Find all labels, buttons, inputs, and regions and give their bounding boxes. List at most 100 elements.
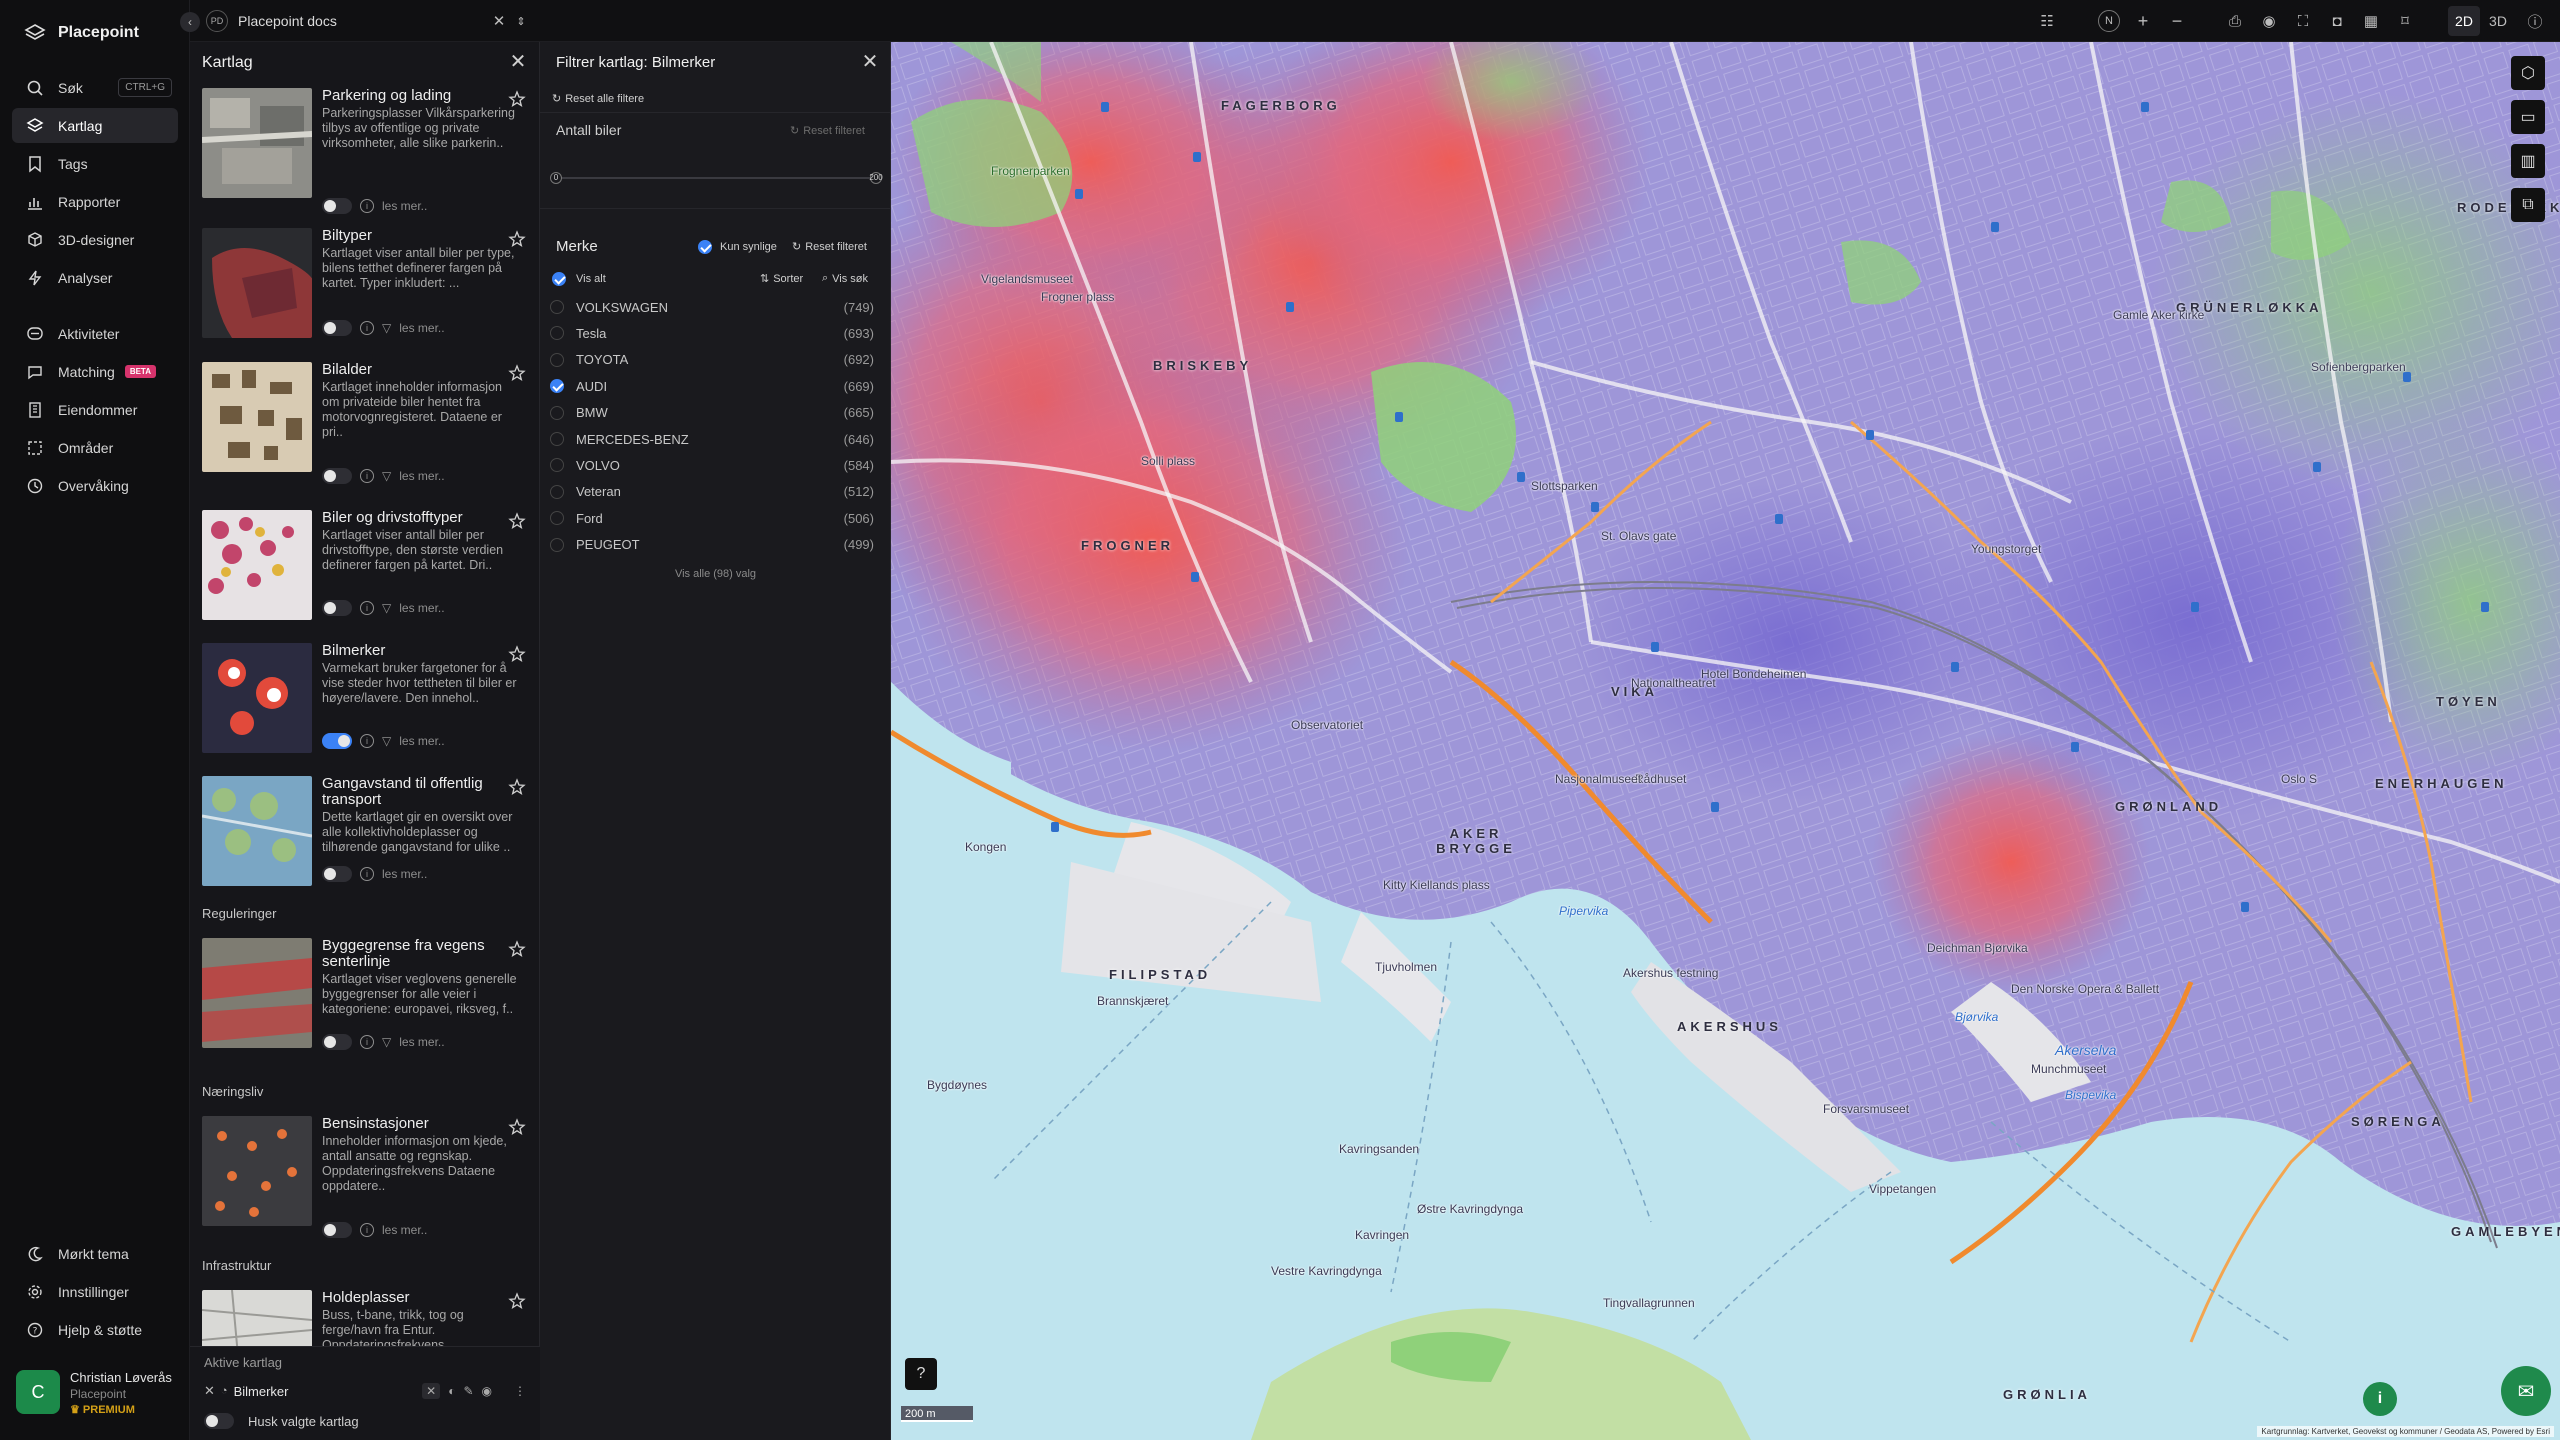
favorite-star-icon[interactable] — [508, 230, 526, 248]
favorite-star-icon[interactable] — [508, 512, 526, 530]
more-vertical-icon[interactable]: ⋮ — [514, 1384, 526, 1398]
mode-2d-toggle[interactable]: 2D — [2448, 6, 2480, 36]
checkbox-icon[interactable] — [550, 300, 564, 314]
reset-all-filters-button[interactable]: ↻ Reset alle filtere — [552, 92, 644, 106]
map-tool-button[interactable]: ⧉ — [2511, 188, 2545, 222]
read-more-link[interactable]: les mer.. — [399, 1035, 444, 1049]
nav-item-matching[interactable]: Matching BETA — [12, 354, 178, 389]
screenshot-button[interactable]: ◘ — [2326, 10, 2348, 32]
nav-item-settings[interactable]: Innstillinger — [12, 1274, 178, 1309]
read-more-link[interactable]: les mer.. — [382, 199, 427, 213]
checkbox-icon[interactable] — [550, 352, 564, 367]
read-more-link[interactable]: les mer.. — [399, 601, 444, 615]
layer-toggle[interactable] — [322, 468, 352, 484]
info-button[interactable]: ⓘ — [2524, 10, 2546, 32]
nav-item-analyser[interactable]: Analyser — [12, 260, 178, 295]
layer-card[interactable]: Byggegrense fra vegens senterlinje Kartl… — [202, 938, 530, 1063]
map-tool-button[interactable]: ▭ — [2511, 100, 2545, 134]
brand-option[interactable]: MERCEDES-BENZ (646) — [550, 426, 880, 452]
filter-icon[interactable]: ▽ — [382, 734, 391, 748]
read-more-link[interactable]: les mer.. — [382, 1223, 427, 1237]
read-more-link[interactable]: les mer.. — [399, 321, 444, 335]
nav-item-kartlag[interactable]: Kartlag — [12, 108, 178, 143]
user-card[interactable]: C Christian Løverås Placepoint ♛ PREMIUM — [16, 1370, 172, 1416]
brand-option[interactable]: Tesla (693) — [550, 320, 880, 346]
filter-icon[interactable]: ▽ — [382, 321, 391, 335]
checkbox-icon[interactable] — [550, 511, 564, 526]
print-button[interactable]: ⎙ — [2224, 10, 2246, 32]
nav-item-3d-designer[interactable]: 3D-designer — [12, 222, 178, 257]
favorite-star-icon[interactable] — [508, 1118, 526, 1136]
edit-icon[interactable]: ✎ — [463, 1384, 473, 1398]
checkbox-icon[interactable] — [550, 537, 564, 552]
close-filter-button[interactable]: ✕ — [860, 52, 880, 72]
layer-card[interactable]: Bensinstasjoner Inneholder informasjon o… — [202, 1116, 530, 1241]
filter-icon[interactable]: ▽ — [382, 469, 391, 483]
info-icon[interactable]: i — [360, 734, 374, 748]
nav-item-eiendommer[interactable]: Eiendommer — [12, 392, 178, 427]
layer-toggle[interactable] — [322, 1034, 352, 1050]
nav-item-overvaking[interactable]: Overvåking — [12, 468, 178, 503]
layer-card[interactable]: Bilmerker Varmekart bruker fargetoner fo… — [202, 643, 530, 768]
info-icon[interactable]: i — [360, 469, 374, 483]
remove-layer-icon[interactable]: ✕ — [204, 1383, 215, 1399]
read-more-link[interactable]: les mer.. — [399, 734, 444, 748]
clear-icon[interactable]: ✕ — [422, 1383, 441, 1399]
map-view[interactable]: FAGERBORG BRISKEBY FROGNER AKER BRYGGE F… — [891, 42, 2560, 1440]
only-visible-toggle[interactable]: Kun synlige — [698, 240, 777, 254]
filter-icon[interactable]: ▽ — [382, 1035, 391, 1049]
nav-item-dark-theme[interactable]: Mørkt tema — [12, 1236, 178, 1271]
show-all-options-link[interactable]: Vis alle (98) valg — [540, 568, 891, 580]
info-icon[interactable]: i — [360, 321, 374, 335]
layer-card[interactable]: Bilalder Kartlaget inneholder informasjo… — [202, 362, 530, 487]
layer-toggle[interactable] — [322, 600, 352, 616]
favorite-star-icon[interactable] — [508, 1292, 526, 1310]
eye-icon[interactable]: ◉ — [482, 1384, 492, 1398]
favorite-star-icon[interactable] — [508, 645, 526, 663]
info-icon[interactable]: i — [360, 867, 374, 881]
chat-support-button[interactable]: ✉ — [2501, 1366, 2551, 1416]
brand-option[interactable]: Veteran (512) — [550, 479, 880, 505]
search-toggle-button[interactable]: ⌕ Vis søk — [822, 272, 868, 285]
map-tool-button[interactable]: ▥ — [2511, 144, 2545, 178]
checkbox-icon[interactable] — [550, 326, 564, 341]
layer-toggle[interactable] — [322, 1222, 352, 1238]
nav-item-tags[interactable]: Tags — [12, 146, 178, 181]
active-layer-row[interactable]: ✕ ◔ Bilmerker ✕ ◐ ✎ ◉ ⋮ — [204, 1379, 526, 1403]
fullscreen-button[interactable]: ⛶ — [2292, 10, 2314, 32]
brand-option[interactable]: Ford (506) — [550, 505, 880, 531]
layer-card[interactable]: Parkering og lading Parkeringsplasser Vi… — [202, 88, 530, 218]
remember-layers-toggle[interactable] — [204, 1413, 234, 1429]
workspace-dropdown-button[interactable]: ⇕ — [510, 10, 532, 32]
favorite-star-icon[interactable] — [508, 90, 526, 108]
brand-option[interactable]: VOLKSWAGEN (749) — [550, 294, 880, 320]
clear-workspace-button[interactable]: ✕ — [488, 10, 510, 32]
read-more-link[interactable]: les mer.. — [399, 469, 444, 483]
map-canvas[interactable] — [891, 42, 2560, 1440]
zoom-in-button[interactable]: + — [2132, 10, 2154, 32]
checkbox-icon[interactable] — [550, 432, 564, 446]
checkbox-icon[interactable] — [550, 484, 564, 499]
nav-item-search[interactable]: Søk CTRL+G — [12, 70, 178, 105]
reset-brand-filter-button[interactable]: ↻ Reset filteret — [792, 240, 867, 254]
info-icon[interactable]: i — [360, 199, 374, 213]
bookmark-button[interactable]: ⌑ — [2394, 10, 2416, 32]
nav-item-omrader[interactable]: Områder — [12, 430, 178, 465]
nav-item-aktiviteter[interactable]: Aktiviteter — [12, 316, 178, 351]
filter-icon[interactable]: ▽ — [382, 601, 391, 615]
favorite-star-icon[interactable] — [508, 778, 526, 796]
map-tool-button[interactable]: ⬡ — [2511, 56, 2545, 90]
checkbox-checked-icon[interactable] — [550, 379, 564, 394]
nav-item-help[interactable]: ? Hjelp & støtte — [12, 1312, 178, 1347]
layer-card[interactable]: Gangavstand til offentlig transport Dett… — [202, 776, 530, 901]
info-icon[interactable]: i — [360, 1223, 374, 1237]
checkbox-icon[interactable] — [550, 458, 564, 473]
compass-button[interactable]: N — [2098, 10, 2120, 32]
workspace-selector[interactable]: PD Placepoint docs — [206, 8, 337, 34]
layers-3d-button[interactable]: ☷ — [2036, 10, 2058, 32]
show-all-option[interactable]: Vis alt — [552, 272, 606, 286]
visibility-button[interactable]: ◉ — [2258, 10, 2280, 32]
map-info-button[interactable]: i — [2363, 1382, 2397, 1416]
zoom-out-button[interactable]: − — [2166, 10, 2188, 32]
brand-option[interactable]: AUDI (669) — [550, 373, 880, 399]
